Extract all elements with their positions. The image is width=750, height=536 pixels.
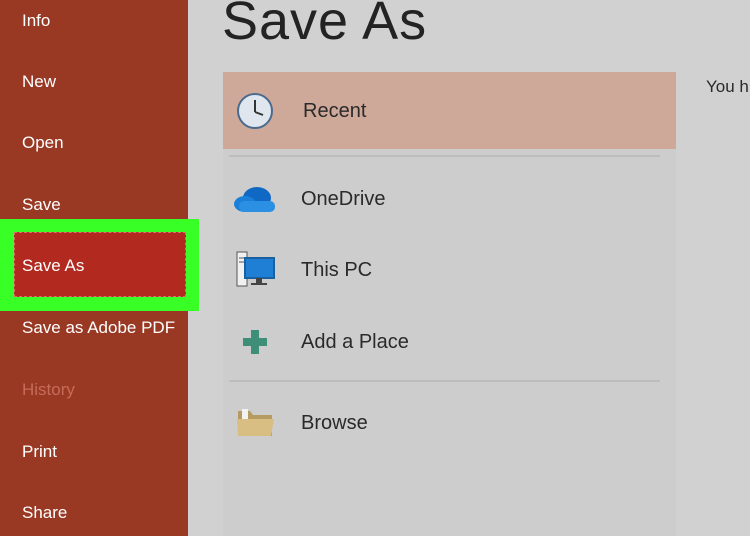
sidebar-item-save[interactable]: Save <box>22 195 61 215</box>
sidebar-item-print[interactable]: Print <box>22 442 57 462</box>
sidebar-item-info[interactable]: Info <box>22 11 50 31</box>
location-recent[interactable] <box>223 72 676 149</box>
sidebar-item-save-as[interactable]: Save As <box>22 256 84 276</box>
sidebar-item-history: History <box>22 380 75 399</box>
sidebar-item-new[interactable]: New <box>22 72 56 92</box>
folder-icon <box>237 409 274 436</box>
page-title: Save As <box>222 0 428 51</box>
location-add-a-place[interactable]: Add a Place <box>301 330 409 354</box>
location-browse[interactable]: Browse <box>301 411 368 435</box>
recent-pane-text: You h <box>706 77 749 96</box>
cloud-icon <box>234 187 275 212</box>
sidebar-item-open[interactable]: Open <box>22 133 64 153</box>
location-this-pc[interactable]: This PC <box>301 258 372 282</box>
location-recent-label: Recent <box>303 100 367 122</box>
computer-icon <box>236 251 275 287</box>
divider <box>229 380 660 382</box>
divider <box>229 155 660 157</box>
plus-icon <box>243 330 267 354</box>
location-onedrive[interactable]: OneDrive <box>301 187 385 211</box>
sidebar-item-save-as-adobe-pdf[interactable]: Save as Adobe PDF <box>22 318 175 338</box>
clock-icon <box>237 93 273 129</box>
sidebar-item-share[interactable]: Share <box>22 503 67 523</box>
